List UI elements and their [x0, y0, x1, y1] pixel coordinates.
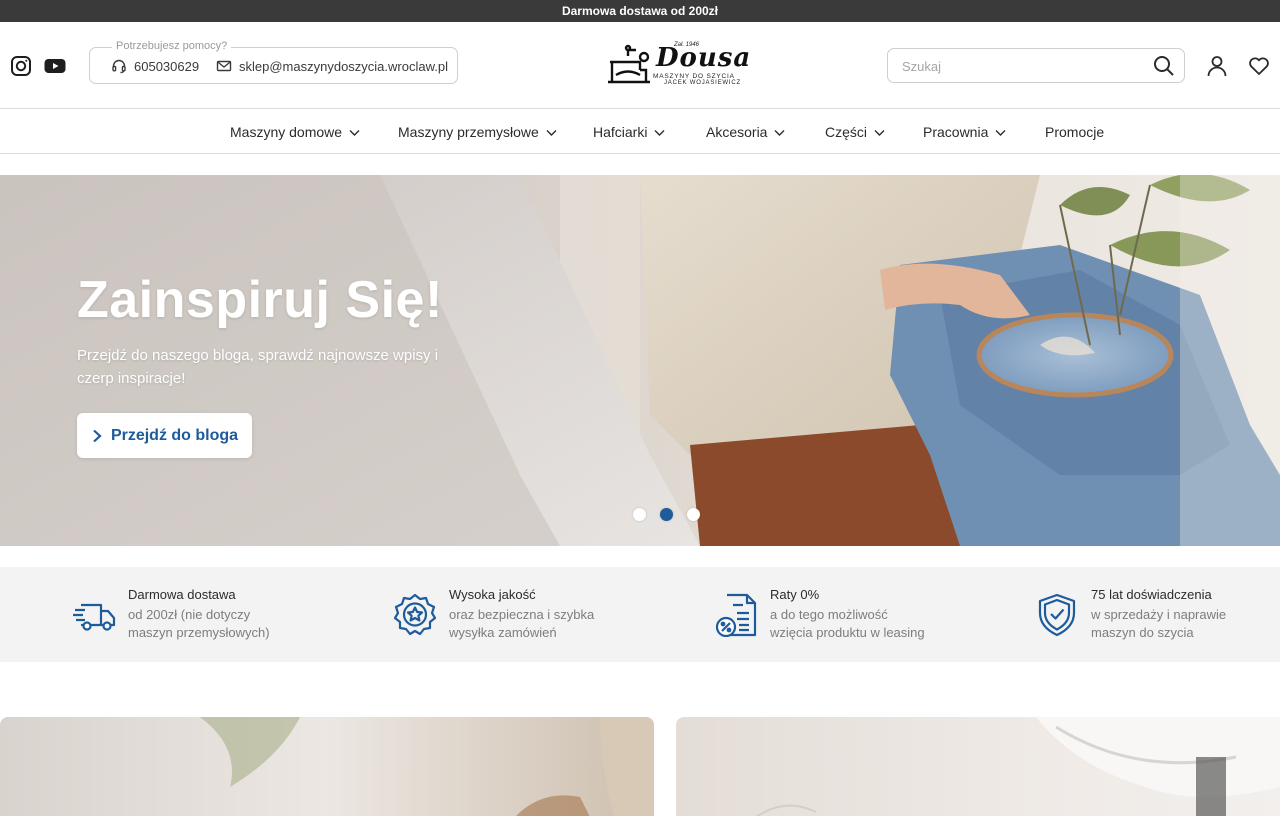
chevron-down-icon [995, 129, 1006, 136]
chevron-down-icon [546, 129, 557, 136]
feature-text: maszyn przemysłowych) [128, 625, 270, 640]
nav-item-czesci[interactable]: Części [825, 124, 886, 140]
site-logo[interactable]: Zał. 1946 Dousa MASZYNY DO SZYCIA JACEK … [606, 42, 750, 90]
sewing-machine-icon [608, 44, 650, 84]
account-icon[interactable] [1205, 54, 1229, 78]
feature-text: wysyłka zamówień [449, 625, 557, 640]
nav-item-pracownia[interactable]: Pracownia [923, 124, 1007, 140]
promo-card-left[interactable] [0, 717, 654, 816]
chevron-down-icon [349, 129, 360, 136]
hero-title: Zainspiruj Się! [77, 271, 443, 329]
nav-item-hafciarki[interactable]: Hafciarki [593, 124, 666, 140]
promo-card-right[interactable] [676, 717, 1280, 816]
feature-text: od 200zł (nie dotyczy [128, 607, 251, 622]
promo-text: Darmowa dostawa od 200zł [561, 4, 719, 18]
instagram-icon[interactable] [9, 54, 33, 78]
nav-label: Maszyny przemysłowe [398, 124, 539, 140]
blog-cta-button[interactable]: Przejdź do bloga [77, 413, 252, 458]
features-strip: Darmowa dostawa od 200zł (nie dotyczy ma… [0, 567, 1280, 662]
nav-label: Hafciarki [593, 124, 648, 140]
slider-dots [633, 508, 700, 521]
logo-title: Dousa [656, 43, 752, 73]
logo-tagline: MASZYNY DO SZYCIA [653, 73, 735, 80]
phone-number: 605030629 [134, 58, 200, 74]
feature-title: Darmowa dostawa [128, 587, 236, 602]
email-link[interactable]: sklep@maszynydoszycia.wroclaw.pl [216, 58, 448, 74]
phone-link[interactable]: 605030629 [111, 58, 199, 74]
nav-item-promocje[interactable]: Promocje [1045, 124, 1104, 140]
envelope-icon [216, 58, 232, 74]
quality-badge-icon [394, 593, 437, 636]
chevron-down-icon [654, 129, 665, 136]
promo-topbar: Darmowa dostawa od 200zł [0, 0, 1280, 22]
hero-subtitle: Przejdź do naszego bloga, sprawdź najnow… [77, 347, 439, 387]
search-input[interactable] [902, 55, 1142, 77]
promo-card-image [676, 717, 1280, 816]
search-box [887, 48, 1185, 83]
feature-title: Raty 0% [770, 587, 820, 602]
nav-label: Promocje [1045, 124, 1105, 140]
shield-check-icon [1038, 593, 1076, 637]
chevron-right-icon [93, 429, 102, 442]
logo-owner: JACEK WOJASIEWICZ [664, 80, 741, 86]
chevron-down-icon [874, 129, 885, 136]
blog-cta-label: Przejdź do bloga [110, 426, 239, 444]
search-icon[interactable] [1152, 54, 1176, 78]
headset-icon [111, 58, 127, 74]
nav-label: Maszyny domowe [230, 124, 343, 140]
nav-label: Pracownia [923, 124, 989, 140]
nav-item-maszyny-przemyslowe[interactable]: Maszyny przemysłowe [398, 124, 558, 140]
help-contact-box: Potrzebujesz pomocy? 605030629 sklep@mas… [89, 40, 458, 84]
nav-item-akcesoria[interactable]: Akcesoria [706, 124, 786, 140]
site-header: Potrzebujesz pomocy? 605030629 sklep@mas… [0, 22, 1280, 109]
youtube-icon[interactable] [43, 54, 67, 78]
promo-card-image [0, 717, 654, 816]
hero-slider: Zainspiruj Się! Przejdź do naszego bloga… [0, 175, 1280, 546]
chevron-down-icon [774, 129, 785, 136]
feature-title: Wysoka jakość [449, 587, 536, 602]
main-nav: Maszyny domowe Maszyny przemysłowe Hafci… [0, 110, 1280, 154]
slider-dot-2[interactable] [660, 508, 673, 521]
feature-text: wzięcia produktu w leasing [770, 625, 925, 640]
email-address: sklep@maszynydoszycia.wroclaw.pl [239, 58, 448, 74]
help-legend: Potrzebujesz pomocy? [112, 40, 232, 52]
nav-item-maszyny-domowe[interactable]: Maszyny domowe [230, 124, 361, 140]
slider-dot-3[interactable] [687, 508, 700, 521]
nav-label: Akcesoria [706, 124, 768, 140]
feature-text: oraz bezpieczna i szybka [449, 607, 595, 622]
feature-title: 75 lat doświadczenia [1091, 587, 1212, 602]
slider-dot-1[interactable] [633, 508, 646, 521]
installment-document-icon [715, 593, 757, 637]
feature-text: a do tego możliwość [770, 607, 888, 622]
delivery-truck-icon [73, 603, 116, 631]
nav-label: Części [825, 124, 868, 140]
feature-text: maszyn do szycia [1091, 625, 1194, 640]
feature-text: w sprzedaży i naprawie [1091, 607, 1227, 622]
wishlist-heart-icon[interactable] [1247, 54, 1271, 78]
